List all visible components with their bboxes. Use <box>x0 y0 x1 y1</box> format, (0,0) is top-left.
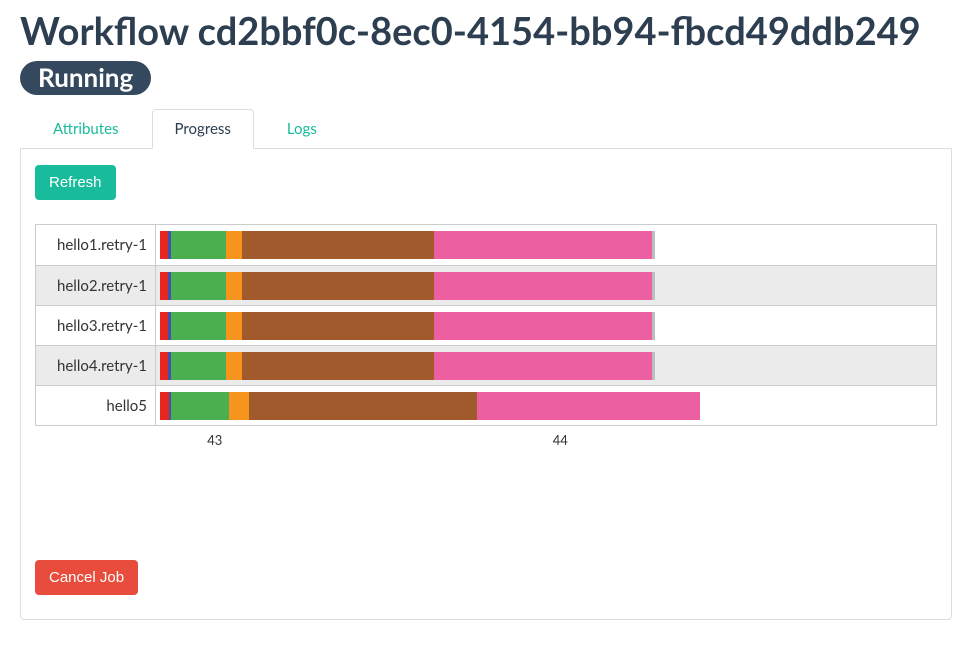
title-prefix: Workflow <box>20 8 198 54</box>
gantt-segment-stage-a <box>160 352 168 380</box>
tab-progress[interactable]: Progress <box>152 109 254 149</box>
gantt-row-label: hello1.retry-1 <box>36 225 156 265</box>
cancel-job-button[interactable]: Cancel Job <box>35 560 138 595</box>
gantt-segment-stage-c <box>171 272 226 300</box>
gantt-chart: hello1.retry-1hello2.retry-1hello3.retry… <box>35 224 937 426</box>
gantt-row-track[interactable] <box>156 225 936 265</box>
gantt-segment-stage-a <box>160 231 168 259</box>
tab-bar: AttributesProgressLogs <box>20 109 952 149</box>
page-title: Workflow cd2bbf0c-8ec0-4154-bb94-fbcd49d… <box>20 10 952 97</box>
gantt-segment-stage-e <box>249 392 478 420</box>
gantt-row: hello3.retry-1 <box>36 305 936 345</box>
status-badge: Running <box>20 61 151 95</box>
gantt-segment-stage-a <box>160 312 168 340</box>
gantt-bar <box>160 231 778 259</box>
axis-tick: 44 <box>553 432 568 448</box>
gantt-bar <box>160 392 806 420</box>
axis-tick: 43 <box>207 432 222 448</box>
gantt-segment-stage-f <box>434 272 653 300</box>
gantt-segment-stage-a <box>160 392 169 420</box>
gantt-segment-stage-g <box>652 231 655 259</box>
gantt-row: hello4.retry-1 <box>36 345 936 385</box>
gantt-segment-stage-c <box>171 352 226 380</box>
gantt-segment-stage-f <box>477 392 700 420</box>
gantt-row-label: hello4.retry-1 <box>36 346 156 385</box>
gantt-segment-stage-e <box>242 312 434 340</box>
gantt-segment-stage-d <box>226 231 242 259</box>
tab-logs[interactable]: Logs <box>264 109 340 149</box>
gantt-segment-stage-e <box>242 231 434 259</box>
gantt-segment-stage-c <box>171 312 226 340</box>
gantt-segment-stage-g <box>652 272 655 300</box>
gantt-row-track[interactable] <box>156 266 936 305</box>
gantt-segment-stage-f <box>434 231 653 259</box>
tab-attributes[interactable]: Attributes <box>30 109 142 149</box>
gantt-bar <box>160 352 778 380</box>
workflow-id: cd2bbf0c-8ec0-4154-bb94-fbcd49ddb249 <box>198 8 921 54</box>
gantt-segment-stage-e <box>242 352 434 380</box>
gantt-segment-stage-f <box>434 352 653 380</box>
gantt-row: hello1.retry-1 <box>36 225 936 265</box>
gantt-row-track[interactable] <box>156 386 936 425</box>
gantt-row-label: hello5 <box>36 386 156 425</box>
gantt-segment-stage-c <box>171 392 228 420</box>
gantt-row-track[interactable] <box>156 346 936 385</box>
gantt-bar <box>160 272 778 300</box>
gantt-segment-stage-e <box>242 272 434 300</box>
gantt-row-label: hello2.retry-1 <box>36 266 156 305</box>
gantt-segment-stage-g <box>652 352 655 380</box>
progress-panel: Refresh hello1.retry-1hello2.retry-1hell… <box>20 149 952 620</box>
gantt-segment-stage-g <box>652 312 655 340</box>
gantt-segment-stage-d <box>226 312 242 340</box>
gantt-row: hello5 <box>36 385 936 425</box>
gantt-segment-stage-d <box>226 352 242 380</box>
gantt-row-track[interactable] <box>156 306 936 345</box>
x-axis: 43 44 <box>156 426 937 450</box>
gantt-row-label: hello3.retry-1 <box>36 306 156 345</box>
gantt-segment-stage-a <box>160 272 168 300</box>
refresh-button[interactable]: Refresh <box>35 165 116 200</box>
gantt-segment-stage-d <box>229 392 249 420</box>
gantt-bar <box>160 312 778 340</box>
gantt-segment-stage-c <box>171 231 226 259</box>
gantt-segment-stage-f <box>434 312 653 340</box>
gantt-row: hello2.retry-1 <box>36 265 936 305</box>
gantt-segment-stage-d <box>226 272 242 300</box>
